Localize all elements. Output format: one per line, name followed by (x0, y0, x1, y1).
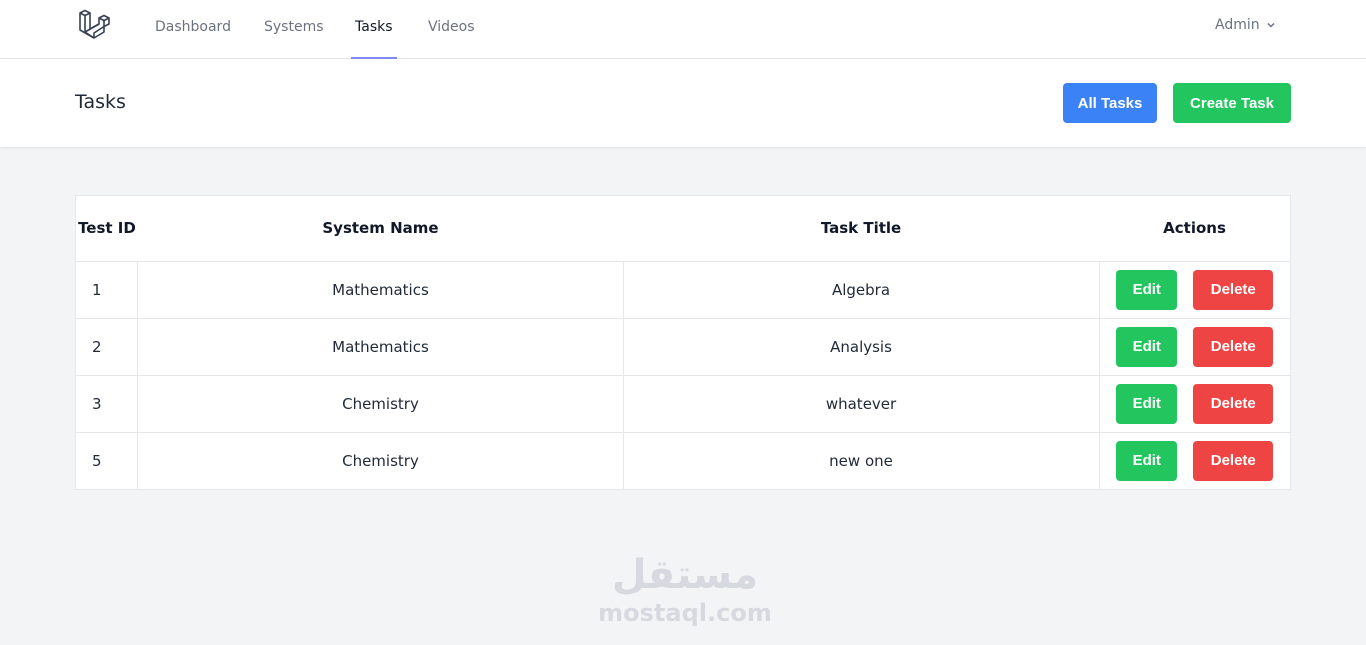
edit-button[interactable]: Edit (1116, 383, 1178, 424)
watermark-arabic: مستقل (611, 552, 759, 598)
top-navigation: Dashboard Systems Tasks Videos Admin (0, 0, 1366, 59)
table-row: 1 Mathematics Algebra Edit Delete (76, 260, 1290, 318)
cell-system: Chemistry (137, 431, 624, 489)
watermark-logo: مستقل mostaql.com (580, 552, 790, 628)
cell-title: new one (623, 431, 1100, 489)
nav-systems[interactable]: Systems (264, 0, 324, 59)
header-actions: Actions (1163, 219, 1226, 238)
tasks-table: Test ID System Name Task Title Actions 1… (76, 196, 1290, 489)
tasks-table-container: Test ID System Name Task Title Actions 1… (75, 195, 1291, 490)
cell-system: Mathematics (137, 317, 624, 375)
delete-button[interactable]: Delete (1193, 440, 1274, 481)
delete-button[interactable]: Delete (1193, 326, 1274, 367)
table-header-row: Test ID System Name Task Title Actions (76, 196, 1290, 261)
cell-system: Chemistry (137, 374, 624, 432)
page-header: Tasks All Tasks Create Task (0, 59, 1366, 147)
nav-videos[interactable]: Videos (428, 0, 475, 59)
edit-button[interactable]: Edit (1116, 326, 1178, 367)
create-task-button[interactable]: Create Task (1173, 83, 1291, 123)
cell-title: Algebra (623, 260, 1100, 318)
table-row: 3 Chemistry whatever Edit Delete (76, 374, 1290, 432)
cell-title: Analysis (623, 317, 1100, 375)
cell-system: Mathematics (137, 260, 624, 318)
laravel-logo-icon[interactable] (77, 9, 111, 43)
table-row: 5 Chemistry new one Edit Delete (76, 431, 1290, 489)
cell-id: 1 (76, 260, 139, 318)
table-row: 2 Mathematics Analysis Edit Delete (76, 317, 1290, 375)
edit-button[interactable]: Edit (1116, 269, 1178, 310)
cell-id: 5 (76, 431, 139, 489)
chevron-down-icon (1267, 22, 1275, 28)
delete-button[interactable]: Delete (1193, 383, 1274, 424)
watermark-latin: mostaql.com (598, 599, 772, 627)
header-test-id: Test ID (78, 219, 136, 238)
header-system-name: System Name (322, 219, 439, 238)
cell-actions: Edit Delete (1099, 374, 1290, 432)
cell-actions: Edit Delete (1099, 260, 1290, 318)
nav-tasks[interactable]: Tasks (351, 0, 397, 59)
all-tasks-button[interactable]: All Tasks (1063, 83, 1157, 123)
page-title: Tasks (75, 91, 126, 113)
user-menu[interactable]: Admin (1215, 17, 1276, 33)
cell-actions: Edit Delete (1099, 317, 1290, 375)
cell-id: 2 (76, 317, 139, 375)
cell-title: whatever (623, 374, 1100, 432)
cell-id: 3 (76, 374, 139, 432)
user-name: Admin (1215, 17, 1260, 33)
cell-actions: Edit Delete (1099, 431, 1290, 489)
header-task-title: Task Title (820, 219, 902, 238)
delete-button[interactable]: Delete (1193, 269, 1274, 310)
nav-dashboard[interactable]: Dashboard (155, 0, 231, 59)
edit-button[interactable]: Edit (1116, 440, 1178, 481)
